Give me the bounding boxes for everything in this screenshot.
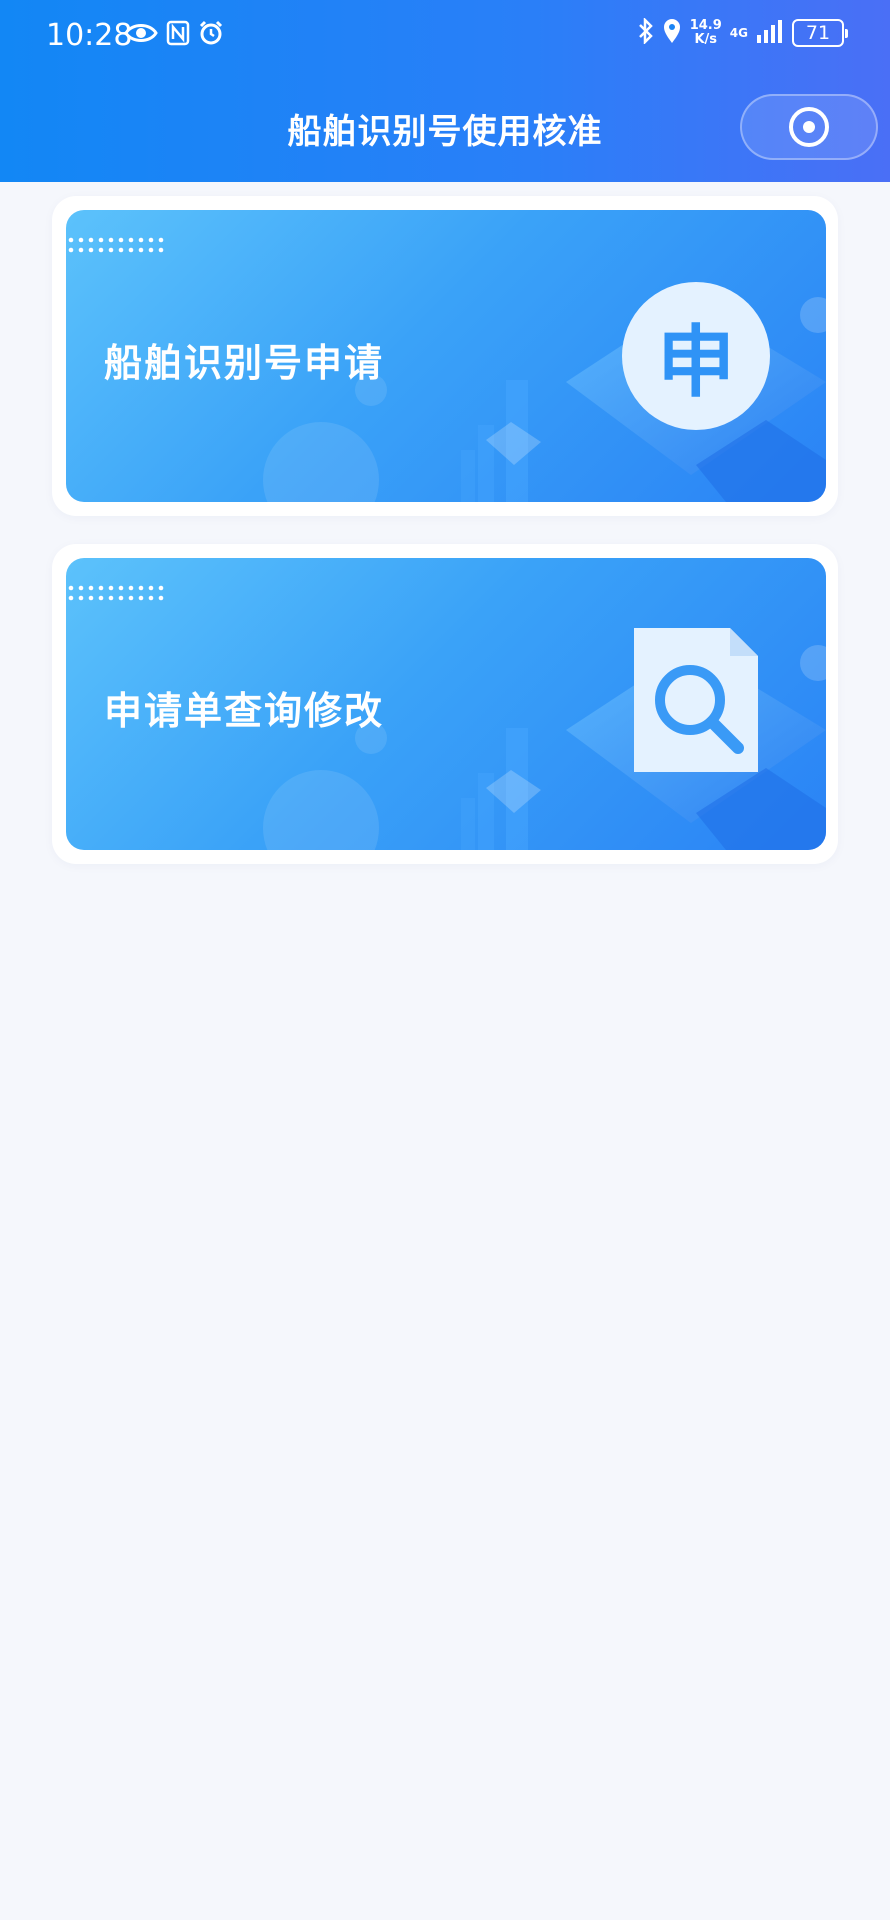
battery-icon: 71 (792, 19, 848, 47)
card-container-query: 申请单查询修改 (52, 544, 838, 864)
card-container-apply: 申 船舶识别号申请 (52, 196, 838, 516)
network-type: 4G (729, 26, 748, 40)
alarm-icon (198, 20, 224, 46)
dots-decoration (68, 237, 164, 253)
bluetooth-icon (638, 16, 654, 48)
apply-identification-card[interactable]: 申 船舶识别号申请 (66, 210, 826, 502)
signal-icon (756, 19, 784, 47)
net-speed-unit: K/s (694, 32, 718, 47)
net-speed-value: 14.9 (689, 18, 722, 33)
apply-badge-icon: 申 (656, 318, 735, 408)
status-time: 10:28 (46, 18, 133, 53)
header: 10:28 14.9 K/s 4G 71 船舶识别号使用核准 (0, 0, 890, 182)
location-icon (662, 18, 682, 48)
status-bar: 10:28 14.9 K/s 4G 71 (0, 0, 890, 74)
query-modify-application-card[interactable]: 申请单查询修改 (66, 558, 826, 850)
title-bar: 船舶识别号使用核准 (0, 74, 890, 182)
eye-icon (124, 21, 158, 45)
status-right: 14.9 K/s 4G 71 (638, 16, 848, 48)
nfc-icon (166, 20, 190, 46)
status-left-icons (124, 20, 224, 46)
net-speed: 14.9 K/s (690, 19, 722, 47)
card-label-query: 申请单查询修改 (104, 689, 385, 733)
card-label-apply: 船舶识别号申请 (104, 341, 385, 385)
document-search-icon (634, 628, 758, 776)
mini-program-capsule-button[interactable] (740, 94, 878, 160)
target-icon (789, 107, 829, 147)
dots-decoration (68, 585, 164, 601)
